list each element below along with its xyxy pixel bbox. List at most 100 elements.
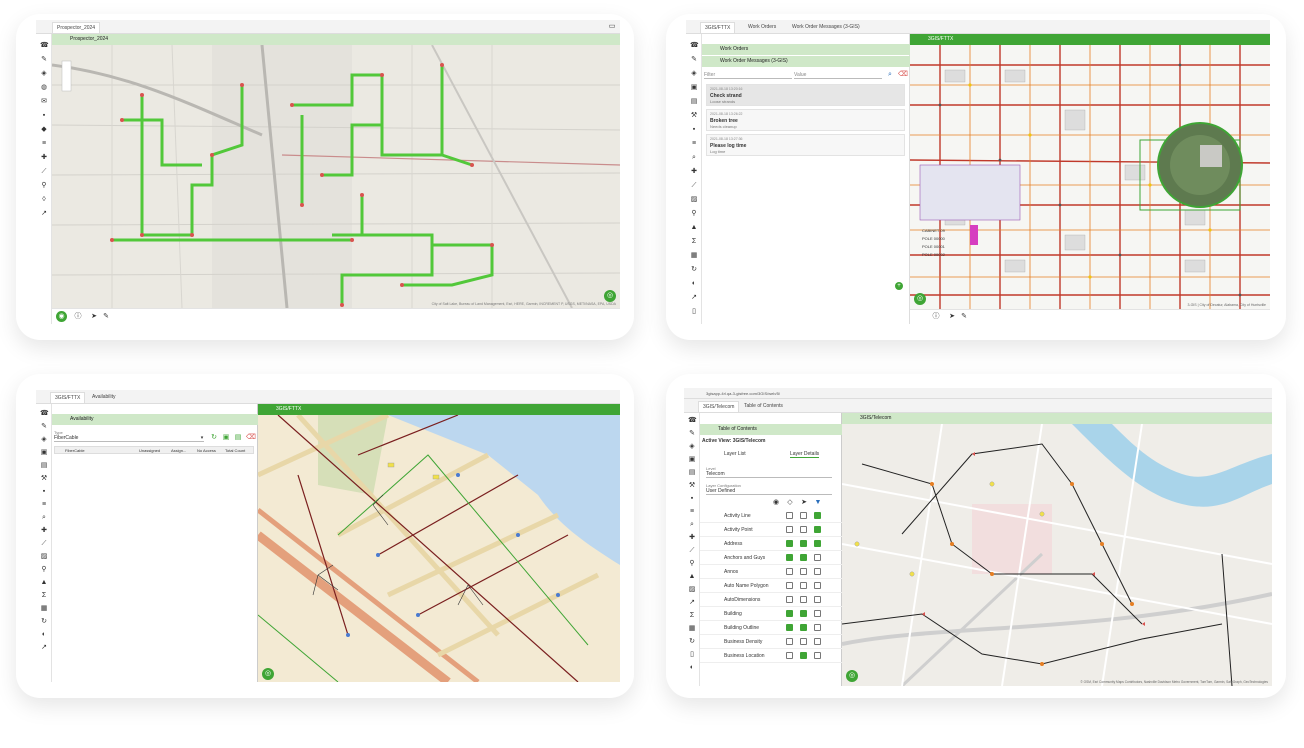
checkbox[interactable] <box>786 638 793 645</box>
refresh-icon[interactable]: ↻ <box>210 434 218 442</box>
layer-row[interactable]: Business Location <box>700 649 842 663</box>
stack-icon[interactable]: ≡ <box>40 140 48 148</box>
checkbox[interactable] <box>786 554 793 561</box>
map-action-button[interactable]: ◎ <box>262 668 274 680</box>
column-header[interactable]: No Access <box>197 448 216 453</box>
filter-input[interactable]: Filter <box>704 72 792 79</box>
checkbox[interactable] <box>786 610 793 617</box>
map-view[interactable]: City of Salt Lake, Bureau of Land Manage… <box>52 45 620 308</box>
message-card[interactable]: 2021-08-18 13:26:22 Broken tree Needs cl… <box>706 109 905 131</box>
layer-row[interactable]: Building Outline <box>700 621 842 635</box>
level-select[interactable]: Telecom <box>706 471 832 478</box>
checkbox[interactable] <box>800 652 807 659</box>
layer-config-select[interactable]: User Defined <box>706 488 832 495</box>
checkbox[interactable] <box>814 596 821 603</box>
checkbox[interactable] <box>814 610 821 617</box>
checkbox[interactable] <box>814 568 821 575</box>
ruler-icon[interactable]: ⟋ <box>688 547 696 555</box>
clear-icon[interactable]: ⌫ <box>246 434 256 442</box>
puzzle-icon[interactable]: ✚ <box>40 527 48 535</box>
tab-availability[interactable]: Availability <box>88 392 120 403</box>
checkbox[interactable] <box>814 526 821 533</box>
tray-icon[interactable]: ▤ <box>688 469 696 477</box>
value-input[interactable]: Value <box>794 72 882 79</box>
layers-icon[interactable]: ◈ <box>40 70 48 78</box>
pin-icon[interactable]: ⚲ <box>690 210 698 218</box>
tab-fttx[interactable]: 3GIS/FTTX <box>50 392 86 403</box>
refresh-icon[interactable]: ↻ <box>688 638 696 646</box>
checkbox[interactable] <box>800 638 807 645</box>
checkbox[interactable] <box>814 554 821 561</box>
map-action-button[interactable]: ◎ <box>914 293 926 305</box>
search-icon[interactable]: ⌕ <box>886 71 894 79</box>
puzzle-icon[interactable]: ✚ <box>690 168 698 176</box>
checkbox[interactable] <box>800 610 807 617</box>
table-icon[interactable]: ▦ <box>688 625 696 633</box>
checkbox[interactable] <box>786 582 793 589</box>
phone-icon[interactable]: ☎ <box>688 417 697 425</box>
tab-prospector[interactable]: Prospector_2024 <box>52 22 101 33</box>
sigma-icon[interactable]: Σ <box>690 238 698 246</box>
type-select[interactable]: FiberCable <box>54 435 204 442</box>
ruler-icon[interactable]: ⟋ <box>690 182 698 190</box>
globe-icon[interactable]: ◍ <box>40 84 48 92</box>
tab-table-of-contents[interactable]: Table of Contents <box>740 401 787 412</box>
layer-row[interactable]: Activity Point <box>700 523 842 537</box>
save-icon[interactable]: ▪ <box>40 112 48 120</box>
export-icon[interactable]: ▤ <box>234 434 242 442</box>
chevron-down-icon[interactable]: ▾ <box>198 434 206 442</box>
visibility-icon[interactable]: ◉ <box>772 499 780 507</box>
checkbox[interactable] <box>800 512 807 519</box>
tray-icon[interactable]: ▤ <box>40 462 48 470</box>
puzzle-icon[interactable]: ✚ <box>688 534 696 542</box>
info-icon[interactable]: ⓘ <box>74 313 82 321</box>
table-icon[interactable]: ▦ <box>40 605 48 613</box>
checkbox[interactable] <box>800 582 807 589</box>
list-item-work-order-messages[interactable]: Work Order Messages (3-GIS) <box>702 56 910 67</box>
layer-row[interactable]: Business Density <box>700 635 842 649</box>
sigma-icon[interactable]: Σ <box>688 612 696 620</box>
layers-icon[interactable]: ◈ <box>688 443 696 451</box>
refresh-icon[interactable]: ↻ <box>40 618 48 626</box>
chat-icon[interactable]: ▭ <box>608 23 616 31</box>
stack-icon[interactable]: ≡ <box>690 140 698 148</box>
save-icon[interactable]: ▪ <box>690 126 698 134</box>
puzzle-icon[interactable]: ✚ <box>40 154 48 162</box>
ruler-icon[interactable]: ⟋ <box>40 168 48 176</box>
pencil-icon[interactable]: ✎ <box>40 56 48 64</box>
checkbox[interactable] <box>814 582 821 589</box>
search-icon[interactable]: ⌕ <box>690 154 698 162</box>
sigma-icon[interactable]: Σ <box>40 592 48 600</box>
bottom-home-button[interactable]: ◉ <box>56 311 67 322</box>
tray-icon[interactable]: ▤ <box>690 98 698 106</box>
arrow-icon[interactable]: ↗ <box>688 599 696 607</box>
tab-work-order-messages[interactable]: Work Order Messages (3-GIS) <box>788 22 864 33</box>
pencil-icon[interactable]: ✎ <box>688 430 696 438</box>
subtab-layer-list[interactable]: Layer List <box>724 451 746 457</box>
column-header[interactable]: Assign... <box>171 448 186 453</box>
ruler-icon[interactable]: ⟋ <box>40 540 48 548</box>
layer-row[interactable]: Auto Name Polygon <box>700 579 842 593</box>
draw-icon[interactable]: ✎ <box>960 313 968 321</box>
checkbox[interactable] <box>800 540 807 547</box>
checkbox[interactable] <box>786 596 793 603</box>
checkbox[interactable] <box>786 568 793 575</box>
filter-icon[interactable]: ▼ <box>814 499 822 507</box>
window-icon[interactable]: ▣ <box>688 456 696 464</box>
checkbox[interactable] <box>786 652 793 659</box>
pin-icon[interactable]: ⚲ <box>40 182 48 190</box>
window-icon[interactable]: ▣ <box>690 84 698 92</box>
map-view[interactable]: ◎ <box>258 415 620 682</box>
bell-icon[interactable]: ◐ <box>40 631 48 639</box>
checkbox[interactable] <box>800 624 807 631</box>
save-icon[interactable]: ▪ <box>40 488 48 496</box>
pointer-icon[interactable]: ➤ <box>90 313 98 321</box>
list-item-work-orders[interactable]: Work Orders <box>702 44 910 55</box>
trash-icon[interactable]: ▯ <box>688 651 696 659</box>
stack-icon[interactable]: ≡ <box>40 501 48 509</box>
add-message-button[interactable]: + <box>895 282 903 290</box>
image-icon[interactable]: ▨ <box>40 553 48 561</box>
search-icon[interactable]: ⌕ <box>40 514 48 522</box>
search-icon[interactable]: ⌕ <box>688 521 696 529</box>
wrench-icon[interactable]: ⚒ <box>690 112 698 120</box>
